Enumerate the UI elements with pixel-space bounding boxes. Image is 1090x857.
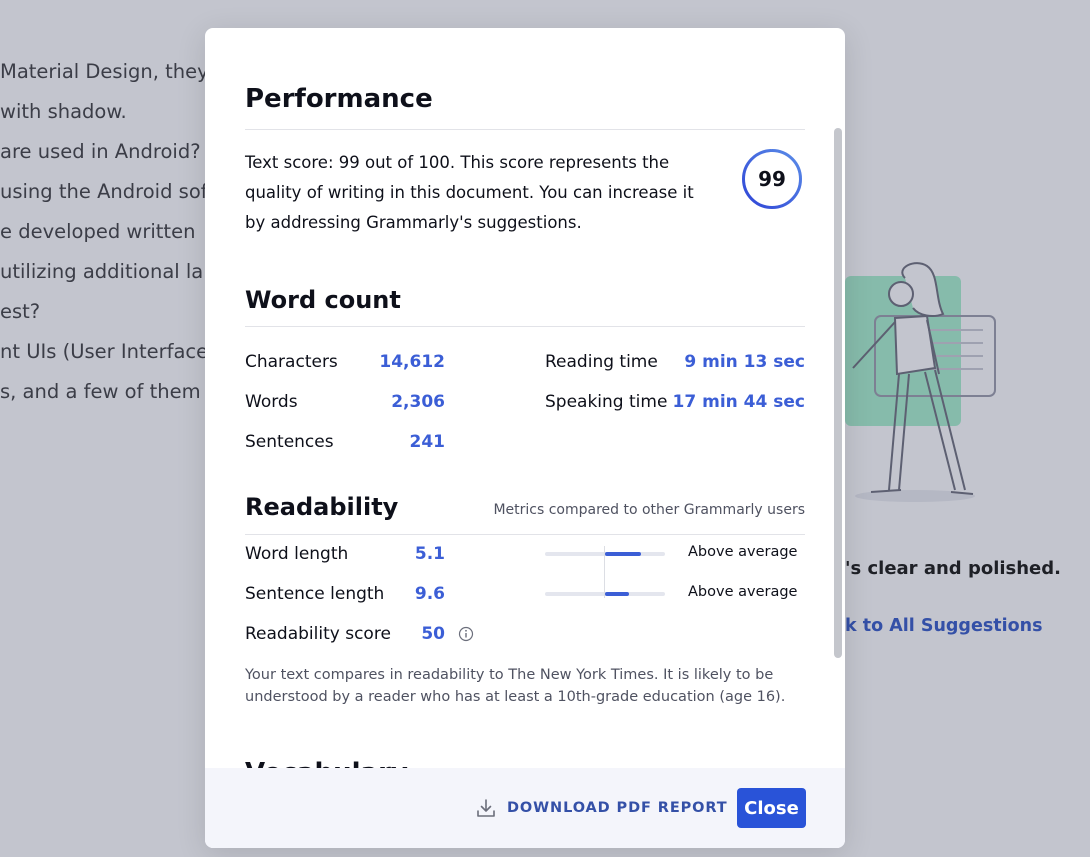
reading-time-value: 9 min 13 sec bbox=[684, 352, 805, 372]
download-pdf-label: DOWNLOAD PDF REPORT bbox=[507, 800, 728, 816]
readability-score-label: Readability score bbox=[245, 624, 391, 644]
performance-modal: Performance Text score: 99 out of 100. T… bbox=[205, 28, 845, 848]
document-line: est? bbox=[0, 300, 41, 323]
person-illustration bbox=[845, 262, 996, 502]
back-to-suggestions-link[interactable]: k to All Suggestions bbox=[845, 616, 1043, 636]
document-line: nt UIs (User Interface bbox=[0, 340, 209, 363]
download-pdf-button[interactable]: DOWNLOAD PDF REPORT bbox=[475, 796, 728, 820]
word-length-value: 5.1 bbox=[414, 544, 445, 564]
divider bbox=[245, 326, 805, 327]
average-marker bbox=[604, 546, 605, 598]
word-length-label: Word length bbox=[245, 544, 349, 564]
characters-value: 14,612 bbox=[379, 352, 445, 372]
reading-time-label: Reading time bbox=[545, 352, 658, 372]
download-icon bbox=[477, 799, 495, 817]
score-value: 99 bbox=[758, 167, 786, 191]
word-count-title: Word count bbox=[245, 286, 401, 314]
speaking-time-label: Speaking time bbox=[545, 392, 668, 412]
sentence-length-bar-fill bbox=[605, 592, 629, 596]
words-label: Words bbox=[245, 392, 298, 412]
vocabulary-title: Vocabulary bbox=[245, 758, 408, 768]
divider bbox=[245, 129, 805, 130]
sentences-label: Sentences bbox=[245, 432, 334, 452]
document-line: using the Android sof bbox=[0, 180, 208, 203]
document-line: Material Design, they bbox=[0, 60, 209, 83]
sentence-length-bar bbox=[545, 592, 665, 596]
close-button[interactable]: Close bbox=[737, 788, 806, 828]
metrics-caption: Metrics compared to other Grammarly user… bbox=[493, 502, 805, 518]
document-line: s, and a few of them bbox=[0, 380, 201, 403]
sentences-value: 241 bbox=[409, 432, 446, 452]
word-length-bar bbox=[545, 552, 665, 556]
modal-scroll-area[interactable]: Performance Text score: 99 out of 100. T… bbox=[205, 28, 845, 768]
document-line: e developed written bbox=[0, 220, 196, 243]
performance-description: Text score: 99 out of 100. This score re… bbox=[245, 153, 694, 232]
info-icon[interactable] bbox=[458, 626, 474, 642]
word-length-bar-fill bbox=[605, 552, 641, 556]
performance-title: Performance bbox=[245, 84, 433, 114]
readability-note: Your text compares in readability to The… bbox=[245, 667, 786, 705]
sentence-length-value: 9.6 bbox=[414, 584, 445, 604]
words-value: 2,306 bbox=[391, 392, 445, 412]
speaking-time-value: 17 min 44 sec bbox=[672, 392, 805, 412]
status-message: 's clear and polished. bbox=[845, 558, 1061, 579]
modal-footer: DOWNLOAD PDF REPORT Close bbox=[205, 768, 845, 848]
characters-label: Characters bbox=[245, 352, 338, 372]
readability-title: Readability bbox=[245, 493, 399, 521]
document-line: utilizing additional lar bbox=[0, 260, 212, 283]
sentence-length-label: Sentence length bbox=[245, 584, 385, 604]
modal-scrollbar[interactable] bbox=[834, 128, 842, 658]
readability-score-value: 50 bbox=[421, 624, 445, 644]
sentence-length-rating: Above average bbox=[688, 584, 798, 600]
vocabulary-title-clip: Vocabulary bbox=[245, 758, 408, 768]
divider bbox=[245, 534, 805, 535]
word-length-rating: Above average bbox=[688, 544, 798, 560]
document-line: with shadow. bbox=[0, 100, 127, 123]
document-line: are used in Android? bbox=[0, 140, 201, 163]
